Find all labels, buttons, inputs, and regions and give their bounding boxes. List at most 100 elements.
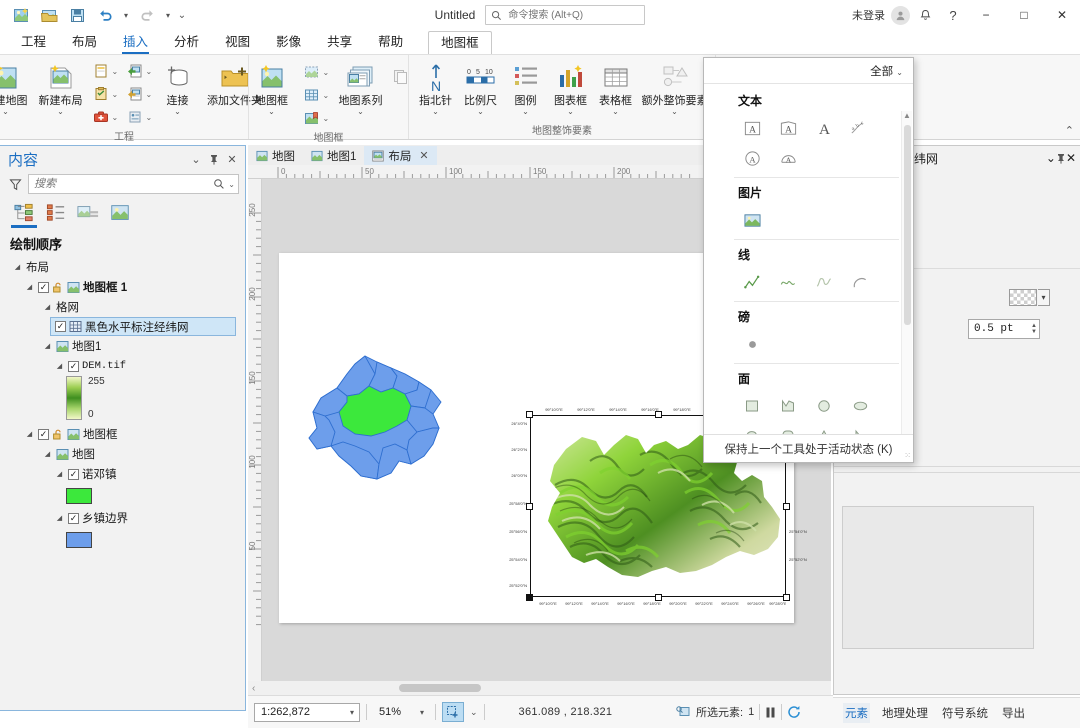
- notifications-bell-icon[interactable]: [912, 2, 938, 28]
- list-by-selection-tab[interactable]: [74, 200, 102, 226]
- poly-freehand-icon[interactable]: [734, 421, 770, 434]
- vertical-ruler[interactable]: 250 200 150 100 50: [248, 179, 262, 681]
- chevron-down-icon[interactable]: ⌄: [432, 108, 439, 116]
- tree-item-map[interactable]: ◢ 地图: [4, 444, 245, 464]
- chevron-down-icon[interactable]: ⌄: [357, 108, 364, 116]
- gallery-keep-tool-active-option[interactable]: 保持上一个工具处于活动状态 (K): [704, 434, 913, 462]
- close-icon[interactable]: ✕: [419, 149, 428, 162]
- chevron-down-icon[interactable]: ⌄: [112, 90, 120, 99]
- visibility-checkbox[interactable]: ✓: [68, 468, 79, 480]
- symbol-preview-area[interactable]: [842, 506, 1034, 649]
- line-width-spinner[interactable]: 0.5 pt ▲ ▼: [968, 319, 1040, 339]
- avatar[interactable]: [891, 5, 910, 25]
- expand-caret-icon[interactable]: ◢: [42, 303, 53, 311]
- expand-caret-icon[interactable]: ◢: [24, 430, 35, 438]
- filter-funnel-icon[interactable]: [6, 175, 24, 193]
- tree-item-layout[interactable]: ◢ 布局: [4, 257, 245, 277]
- new-map-button[interactable]: 新建地图 ⌄: [0, 59, 33, 117]
- north-arrow-button[interactable]: N 指北针 ⌄: [414, 59, 458, 117]
- fill-color-dropdown-caret[interactable]: ▾: [1038, 289, 1050, 306]
- tree-item-grid-group[interactable]: ◢ 格网: [4, 297, 245, 317]
- visibility-checkbox[interactable]: ✓: [38, 428, 49, 440]
- chevron-down-icon[interactable]: ⌄: [146, 67, 154, 76]
- poly-triangle-icon[interactable]: [806, 421, 842, 434]
- expand-caret-icon[interactable]: ◢: [42, 450, 53, 458]
- extra-surround-button[interactable]: 额外整饰要素 ⌄: [639, 59, 711, 117]
- chevron-down-icon[interactable]: ⌄: [896, 68, 903, 77]
- chevron-down-icon[interactable]: ⌄: [323, 91, 331, 100]
- chevron-down-icon[interactable]: ⌄: [323, 68, 331, 77]
- visibility-checkbox[interactable]: ✓: [55, 321, 66, 332]
- canvas-horizontal-scrollbar[interactable]: ‹: [248, 681, 831, 695]
- poly-circle-icon[interactable]: [806, 391, 842, 421]
- open-project-icon[interactable]: [36, 3, 62, 27]
- line-arc-icon[interactable]: [842, 267, 878, 297]
- resize-handle-se[interactable]: [783, 594, 790, 601]
- gallery-scrollbar-thumb[interactable]: [904, 125, 911, 325]
- list-by-draw-order-tab[interactable]: [10, 200, 38, 228]
- tab-project[interactable]: 工程: [8, 32, 59, 54]
- account-label[interactable]: 未登录: [852, 7, 885, 23]
- tab-share[interactable]: 共享: [314, 32, 365, 54]
- close-icon[interactable]: ✕: [1066, 151, 1076, 165]
- unlock-icon[interactable]: [52, 428, 64, 440]
- pin-icon[interactable]: [205, 150, 223, 168]
- scroll-left-arrow-icon[interactable]: ‹: [248, 683, 259, 694]
- tab-layout[interactable]: 布局: [59, 32, 110, 54]
- map-frame-button[interactable]: 地图框 ⌄: [245, 59, 299, 117]
- tree-item-map-frame-1[interactable]: ◢ ✓ 地图框 1: [4, 277, 245, 297]
- picture-icon[interactable]: [734, 205, 770, 235]
- grid-button[interactable]: ⌄: [300, 84, 333, 106]
- import-map-button[interactable]: ⌄: [89, 60, 122, 82]
- chart-frame-button[interactable]: 图表框 ⌄: [549, 59, 593, 117]
- visibility-checkbox[interactable]: ✓: [68, 512, 79, 524]
- scale-bar-button[interactable]: 0 5 10 比例尺 ⌄: [459, 59, 503, 117]
- contents-search-input[interactable]: [32, 177, 214, 191]
- redo-icon[interactable]: [134, 3, 160, 27]
- map-bookmark-button[interactable]: ⌄: [300, 107, 333, 129]
- help-icon[interactable]: ?: [940, 2, 966, 28]
- symbol-swatch-blue[interactable]: [66, 532, 92, 548]
- tab-help[interactable]: 帮助: [365, 32, 416, 54]
- text-spline-icon[interactable]: abc: [842, 113, 878, 143]
- tree-item-map-frame-2[interactable]: ◢ ✓ 地图框: [4, 424, 245, 444]
- report-button[interactable]: ⌄: [123, 83, 156, 105]
- collapse-ribbon-button[interactable]: ⌃: [1065, 124, 1074, 137]
- save-project-icon[interactable]: [64, 3, 90, 27]
- chevron-down-icon[interactable]: ⌄: [112, 67, 120, 76]
- graphics-gallery-dropdown[interactable]: 全部 ⌄ 文本 A A A abc A A 图片 线 磅 面 ▲ 保持上一个工具…: [703, 57, 914, 463]
- chevron-down-icon[interactable]: ▾: [417, 708, 427, 717]
- poly-rectangle-icon[interactable]: [734, 391, 770, 421]
- expand-caret-icon[interactable]: ◢: [12, 263, 23, 271]
- chevron-down-icon[interactable]: ⌄: [146, 113, 154, 122]
- toolbox-button[interactable]: ⌄: [89, 106, 122, 128]
- command-search-input[interactable]: [506, 8, 639, 22]
- new-layout-button[interactable]: 新建布局 ⌄: [34, 59, 88, 117]
- expand-caret-icon[interactable]: ◢: [54, 362, 65, 370]
- line-scribble-icon[interactable]: [806, 267, 842, 297]
- zoom-combo[interactable]: 51% ▾: [373, 703, 429, 722]
- chevron-down-icon[interactable]: ⌄: [174, 108, 181, 116]
- list-by-data-source-tab[interactable]: [42, 200, 70, 226]
- tree-item-graticule-selected[interactable]: ✓ 黑色水平标注经纬网: [50, 317, 236, 336]
- expand-caret-icon[interactable]: ◢: [42, 342, 53, 350]
- expand-caret-icon[interactable]: ◢: [54, 514, 65, 522]
- fill-color-swatch[interactable]: [1009, 289, 1037, 306]
- tree-item-dem[interactable]: ◢ ✓ DEM.tif: [4, 356, 245, 376]
- tab-map-frame-contextual[interactable]: 地图框: [428, 31, 492, 54]
- chevron-down-icon[interactable]: ⌄: [671, 108, 678, 116]
- resize-handle-sw[interactable]: [526, 594, 533, 601]
- table-frame-button[interactable]: 表格框 ⌄: [594, 59, 638, 117]
- scrollbar-thumb[interactable]: [399, 684, 482, 692]
- undo-dropdown-caret[interactable]: ▾: [120, 11, 132, 20]
- close-button[interactable]: ✕: [1044, 0, 1080, 30]
- text-rect-icon[interactable]: A: [734, 113, 770, 143]
- list-by-snapping-tab[interactable]: [106, 200, 134, 226]
- tab-elements[interactable]: 元素: [843, 703, 870, 723]
- resize-handle-n[interactable]: [655, 411, 662, 418]
- spinner-arrows-icon[interactable]: ▲ ▼: [1031, 323, 1037, 335]
- chevron-down-icon[interactable]: ⌄: [477, 108, 484, 116]
- resize-handle-e[interactable]: [783, 503, 790, 510]
- scroll-up-arrow-icon[interactable]: ▲: [903, 111, 911, 120]
- resize-handle-s[interactable]: [655, 594, 662, 601]
